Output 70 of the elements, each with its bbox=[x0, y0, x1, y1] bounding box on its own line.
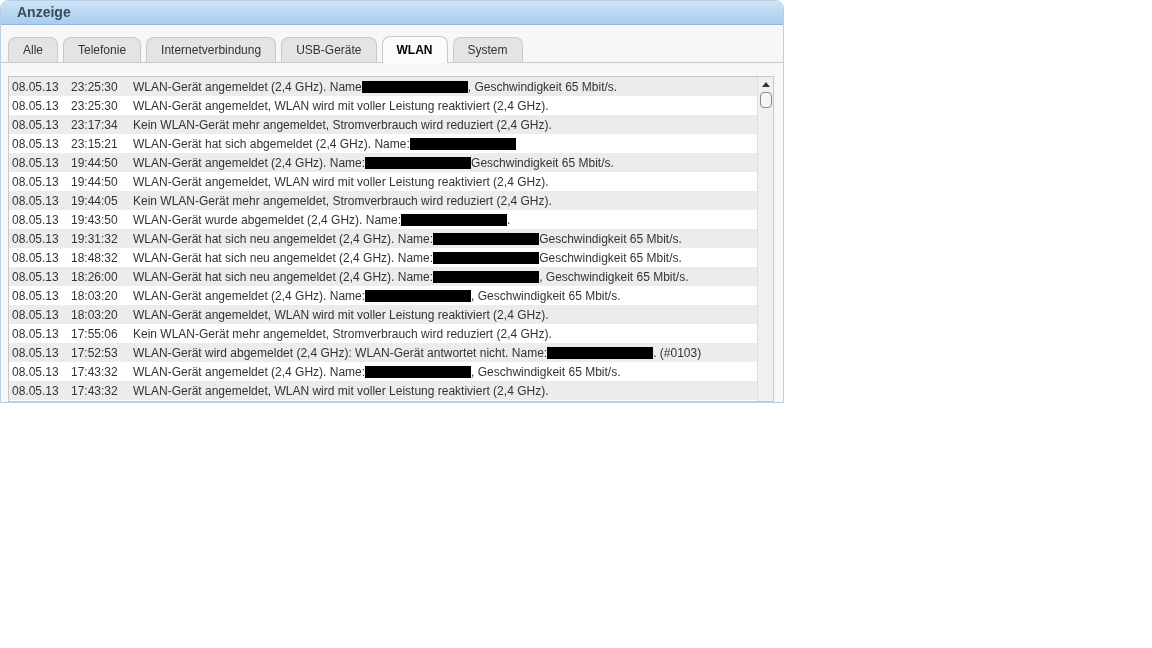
scroll-up-icon[interactable] bbox=[761, 82, 770, 87]
time-cell-text: 18:03:20 bbox=[71, 287, 119, 305]
time-cell-text: 19:43:50 bbox=[71, 211, 119, 229]
time-cell-text: 23:25:30 bbox=[71, 97, 119, 115]
time-cell-text: 23:25:30 bbox=[71, 78, 119, 96]
message-text: Geschwindigkeit 65 Mbit/s. bbox=[471, 154, 614, 172]
message-text: . (#0103) bbox=[653, 344, 702, 362]
tab[interactable]: USB-Geräte bbox=[281, 37, 377, 62]
date-cell-text: 08.05.13 bbox=[11, 97, 60, 115]
time-cell-text: 18:03:20 bbox=[71, 306, 119, 324]
tab[interactable]: System bbox=[452, 37, 523, 62]
message-text: Kein WLAN-Gerät mehr angemeldet, Stromverbrauch wird reduziert (2,4 GHz). bbox=[133, 325, 552, 343]
time-cell-text: 19:44:50 bbox=[71, 173, 119, 191]
date-cell-text: 08.05.13 bbox=[11, 154, 60, 172]
scrollbar[interactable] bbox=[757, 77, 773, 401]
date-cell-text: 08.05.13 bbox=[11, 382, 60, 400]
date-cell-text: 08.05.13 bbox=[11, 230, 60, 248]
message-text: , Geschwindigkeit 65 Mbit/s. bbox=[467, 78, 618, 96]
date-cell-text: 08.05.13 bbox=[11, 173, 60, 191]
message-text: WLAN-Gerät angemeldet (2,4 GHz). Name: bbox=[133, 287, 366, 305]
tab[interactable]: Internetverbindung bbox=[146, 37, 277, 62]
message-text: , Geschwindigkeit 65 Mbit/s. bbox=[539, 268, 689, 286]
date-cell-text: 08.05.13 bbox=[11, 78, 60, 96]
tab[interactable]: Telefonie bbox=[63, 37, 142, 62]
time-cell-text: 18:48:32 bbox=[71, 249, 119, 267]
message-text: WLAN-Gerät hat sich neu angemeldet (2,4 GHz). Name: bbox=[133, 268, 434, 286]
message-text: WLAN-Gerät wird abgemeldet (2,4 GHz): WLAN-Gerät antwortet nicht. Name: bbox=[133, 344, 548, 362]
date-cell-text: 08.05.13 bbox=[11, 249, 60, 267]
message-text: , Geschwindigkeit 65 Mbit/s. bbox=[471, 287, 621, 305]
time-cell-text: 17:43:32 bbox=[71, 382, 119, 400]
date-cell-text: 08.05.13 bbox=[11, 211, 60, 229]
time-cell-text: 19:44:50 bbox=[71, 154, 119, 172]
date-cell-text: 08.05.13 bbox=[11, 135, 60, 153]
message-text: WLAN-Gerät wurde abgemeldet (2,4 GHz). Name: bbox=[133, 211, 402, 229]
tab[interactable]: WLAN bbox=[381, 36, 448, 63]
date-cell-text: 08.05.13 bbox=[11, 325, 60, 343]
message-text: Geschwindigkeit 65 Mbit/s. bbox=[539, 249, 682, 267]
date-cell-text: 08.05.13 bbox=[11, 116, 60, 134]
message-text: WLAN-Gerät hat sich neu angemeldet (2,4 GHz). Name: bbox=[133, 249, 434, 267]
time-cell-text: 19:31:32 bbox=[71, 230, 119, 248]
message-text: Geschwindigkeit 65 Mbit/s. bbox=[539, 230, 682, 248]
message-text: WLAN-Gerät hat sich neu angemeldet (2,4 GHz). Name: bbox=[133, 230, 434, 248]
message-text: , Geschwindigkeit 65 Mbit/s. bbox=[471, 363, 621, 381]
message-text: WLAN-Gerät angemeldet, WLAN wird mit voller Leistung reaktiviert (2,4 GHz). bbox=[133, 97, 549, 115]
date-cell-text: 08.05.13 bbox=[11, 287, 60, 305]
date-cell-text: 08.05.13 bbox=[11, 268, 60, 286]
date-cell-text: 08.05.13 bbox=[11, 363, 60, 381]
time-cell-text: 19:44:05 bbox=[71, 192, 119, 210]
message-text: WLAN-Gerät angemeldet (2,4 GHz). Name bbox=[133, 78, 362, 96]
date-cell-text: 08.05.13 bbox=[11, 344, 60, 362]
message-text: . bbox=[507, 211, 511, 229]
message-text: Kein WLAN-Gerät mehr angemeldet, Stromverbrauch wird reduziert (2,4 GHz). bbox=[133, 192, 552, 210]
message-text: Kein WLAN-Gerät mehr angemeldet, Stromverbrauch wird reduziert (2,4 GHz). bbox=[133, 116, 552, 134]
time-cell-text: 23:17:34 bbox=[71, 116, 119, 134]
time-cell-text: 17:52:53 bbox=[71, 344, 119, 362]
time-cell-text: 18:26:00 bbox=[71, 268, 119, 286]
scroll-thumb[interactable] bbox=[759, 92, 772, 108]
panel-title: Anzeige bbox=[17, 3, 71, 22]
time-cell-text: 23:15:21 bbox=[71, 135, 119, 153]
tab[interactable]: Alle bbox=[8, 37, 58, 62]
date-cell-text: 08.05.13 bbox=[11, 306, 60, 324]
message-text: WLAN-Gerät angemeldet, WLAN wird mit voller Leistung reaktiviert (2,4 GHz). bbox=[133, 382, 549, 400]
time-cell-text: 17:43:32 bbox=[71, 363, 119, 381]
message-text: WLAN-Gerät angemeldet, WLAN wird mit voller Leistung reaktiviert (2,4 GHz). bbox=[133, 306, 549, 324]
message-text: WLAN-Gerät angemeldet, WLAN wird mit voller Leistung reaktiviert (2,4 GHz). bbox=[133, 173, 549, 191]
message-text: WLAN-Gerät angemeldet (2,4 GHz). Name: bbox=[133, 363, 366, 381]
time-cell-text: 17:55:06 bbox=[71, 325, 119, 343]
message-text: WLAN-Gerät angemeldet (2,4 GHz). Name: bbox=[133, 154, 366, 172]
date-cell-text: 08.05.13 bbox=[11, 192, 60, 210]
message-text: WLAN-Gerät hat sich abgemeldet (2,4 GHz). Name: bbox=[133, 135, 410, 153]
